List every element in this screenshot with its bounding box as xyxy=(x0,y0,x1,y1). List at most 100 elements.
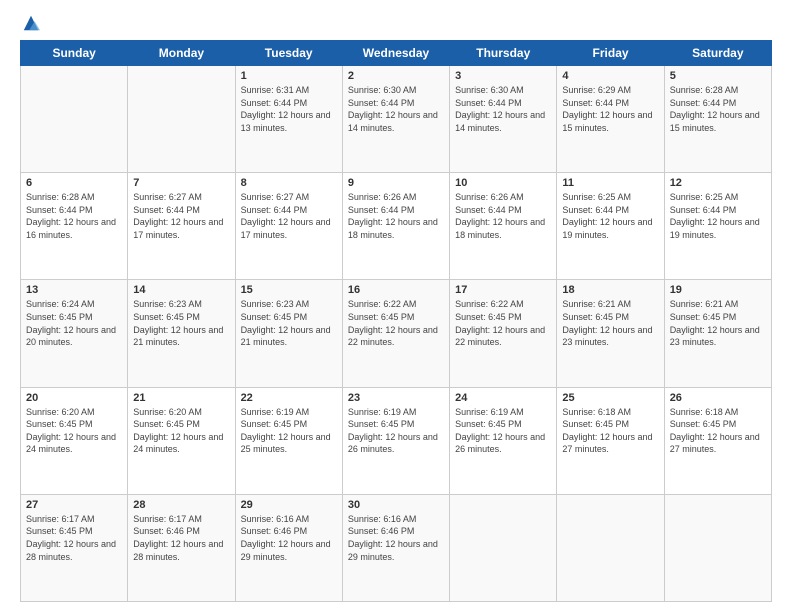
page: SundayMondayTuesdayWednesdayThursdayFrid… xyxy=(0,0,792,612)
day-info: Sunrise: 6:16 AMSunset: 6:46 PMDaylight:… xyxy=(241,513,337,563)
logo xyxy=(20,16,40,30)
calendar-cell: 20Sunrise: 6:20 AMSunset: 6:45 PMDayligh… xyxy=(21,387,128,494)
daylight-text: Daylight: 12 hours and 29 minutes. xyxy=(348,538,444,563)
sunrise-text: Sunrise: 6:21 AM xyxy=(670,298,766,311)
day-number: 5 xyxy=(670,70,766,82)
day-info: Sunrise: 6:17 AMSunset: 6:46 PMDaylight:… xyxy=(133,513,229,563)
calendar-cell: 25Sunrise: 6:18 AMSunset: 6:45 PMDayligh… xyxy=(557,387,664,494)
day-info: Sunrise: 6:19 AMSunset: 6:45 PMDaylight:… xyxy=(348,406,444,456)
sunset-text: Sunset: 6:45 PM xyxy=(562,311,658,324)
calendar-cell xyxy=(450,494,557,601)
day-info: Sunrise: 6:22 AMSunset: 6:45 PMDaylight:… xyxy=(348,298,444,348)
calendar-cell: 13 Sunrise: 6:24 AMSunset: 6:45 PMDayligh… xyxy=(21,280,128,387)
sunset-text: Sunset: 6:45 PM xyxy=(670,418,766,431)
sunrise-text: Sunrise: 6:22 AM xyxy=(455,298,551,311)
sunset-text: Sunset: 6:44 PM xyxy=(562,204,658,217)
sunrise-text: Sunrise: 6:17 AM xyxy=(26,513,122,526)
day-number: 16 xyxy=(348,284,444,296)
sunset-text: Sunset: 6:44 PM xyxy=(348,204,444,217)
day-info: Sunrise: 6:24 AMSunset: 6:45 PMDaylight:… xyxy=(26,298,122,348)
daylight-text: Daylight: 12 hours and 18 minutes. xyxy=(455,216,551,241)
sunset-text: Sunset: 6:45 PM xyxy=(26,311,122,324)
day-number: 24 xyxy=(455,392,551,404)
weekday-header-cell: Monday xyxy=(128,41,235,66)
calendar-cell: 12 Sunrise: 6:25 AMSunset: 6:44 PMDayligh… xyxy=(664,173,771,280)
sunset-text: Sunset: 6:44 PM xyxy=(241,204,337,217)
day-info: Sunrise: 6:25 AMSunset: 6:44 PMDaylight:… xyxy=(670,191,766,241)
calendar-cell: 29 Sunrise: 6:16 AMSunset: 6:46 PMDayligh… xyxy=(235,494,342,601)
day-number: 30 xyxy=(348,499,444,511)
day-number: 11 xyxy=(562,177,658,189)
day-info: Sunrise: 6:30 AMSunset: 6:44 PMDaylight:… xyxy=(348,84,444,134)
day-info: Sunrise: 6:27 AMSunset: 6:44 PMDaylight:… xyxy=(241,191,337,241)
sunrise-text: Sunrise: 6:24 AM xyxy=(26,298,122,311)
sunset-text: Sunset: 6:45 PM xyxy=(26,525,122,538)
calendar-cell: 19Sunrise: 6:21 AMSunset: 6:45 PMDayligh… xyxy=(664,280,771,387)
daylight-text: Daylight: 12 hours and 20 minutes. xyxy=(26,324,122,349)
daylight-text: Daylight: 12 hours and 14 minutes. xyxy=(455,109,551,134)
day-number: 27 xyxy=(26,499,122,511)
day-info: Sunrise: 6:28 AMSunset: 6:44 PMDaylight:… xyxy=(670,84,766,134)
sunset-text: Sunset: 6:45 PM xyxy=(455,418,551,431)
sunset-text: Sunset: 6:45 PM xyxy=(241,311,337,324)
day-number: 1 xyxy=(241,70,337,82)
day-number: 22 xyxy=(241,392,337,404)
calendar-cell: 21Sunrise: 6:20 AMSunset: 6:45 PMDayligh… xyxy=(128,387,235,494)
sunrise-text: Sunrise: 6:18 AM xyxy=(562,406,658,419)
calendar-cell: 17Sunrise: 6:22 AMSunset: 6:45 PMDayligh… xyxy=(450,280,557,387)
sunrise-text: Sunrise: 6:28 AM xyxy=(26,191,122,204)
sunrise-text: Sunrise: 6:21 AM xyxy=(562,298,658,311)
day-number: 28 xyxy=(133,499,229,511)
sunrise-text: Sunrise: 6:19 AM xyxy=(348,406,444,419)
calendar-cell: 14Sunrise: 6:23 AMSunset: 6:45 PMDayligh… xyxy=(128,280,235,387)
daylight-text: Daylight: 12 hours and 14 minutes. xyxy=(348,109,444,134)
daylight-text: Daylight: 12 hours and 27 minutes. xyxy=(670,431,766,456)
calendar-cell: 1Sunrise: 6:31 AMSunset: 6:44 PMDaylight… xyxy=(235,66,342,173)
sunset-text: Sunset: 6:45 PM xyxy=(455,311,551,324)
day-number: 29 xyxy=(241,499,337,511)
day-number: 13 xyxy=(26,284,122,296)
sunrise-text: Sunrise: 6:22 AM xyxy=(348,298,444,311)
calendar-cell: 4Sunrise: 6:29 AMSunset: 6:44 PMDaylight… xyxy=(557,66,664,173)
day-number: 15 xyxy=(241,284,337,296)
day-info: Sunrise: 6:30 AMSunset: 6:44 PMDaylight:… xyxy=(455,84,551,134)
sunset-text: Sunset: 6:45 PM xyxy=(348,418,444,431)
daylight-text: Daylight: 12 hours and 27 minutes. xyxy=(562,431,658,456)
daylight-text: Daylight: 12 hours and 24 minutes. xyxy=(26,431,122,456)
daylight-text: Daylight: 12 hours and 21 minutes. xyxy=(133,324,229,349)
daylight-text: Daylight: 12 hours and 16 minutes. xyxy=(26,216,122,241)
sunrise-text: Sunrise: 6:25 AM xyxy=(562,191,658,204)
day-number: 2 xyxy=(348,70,444,82)
day-number: 25 xyxy=(562,392,658,404)
daylight-text: Daylight: 12 hours and 28 minutes. xyxy=(26,538,122,563)
sunrise-text: Sunrise: 6:23 AM xyxy=(241,298,337,311)
sunset-text: Sunset: 6:44 PM xyxy=(241,97,337,110)
sunrise-text: Sunrise: 6:20 AM xyxy=(26,406,122,419)
day-number: 3 xyxy=(455,70,551,82)
sunset-text: Sunset: 6:45 PM xyxy=(133,311,229,324)
sunrise-text: Sunrise: 6:30 AM xyxy=(455,84,551,97)
day-number: 6 xyxy=(26,177,122,189)
day-number: 9 xyxy=(348,177,444,189)
weekday-header-row: SundayMondayTuesdayWednesdayThursdayFrid… xyxy=(21,41,772,66)
calendar-cell xyxy=(664,494,771,601)
daylight-text: Daylight: 12 hours and 18 minutes. xyxy=(348,216,444,241)
sunrise-text: Sunrise: 6:26 AM xyxy=(348,191,444,204)
sunset-text: Sunset: 6:44 PM xyxy=(455,97,551,110)
sunrise-text: Sunrise: 6:23 AM xyxy=(133,298,229,311)
calendar-cell: 5 Sunrise: 6:28 AMSunset: 6:44 PMDaylight… xyxy=(664,66,771,173)
calendar-cell xyxy=(557,494,664,601)
sunset-text: Sunset: 6:44 PM xyxy=(133,204,229,217)
calendar-cell: 7Sunrise: 6:27 AMSunset: 6:44 PMDaylight… xyxy=(128,173,235,280)
day-number: 12 xyxy=(670,177,766,189)
calendar-cell: 27 Sunrise: 6:17 AMSunset: 6:45 PMDayligh… xyxy=(21,494,128,601)
sunrise-text: Sunrise: 6:28 AM xyxy=(670,84,766,97)
calendar-cell: 26Sunrise: 6:18 AMSunset: 6:45 PMDayligh… xyxy=(664,387,771,494)
calendar-cell xyxy=(128,66,235,173)
sunset-text: Sunset: 6:45 PM xyxy=(670,311,766,324)
calendar-cell xyxy=(21,66,128,173)
sunset-text: Sunset: 6:46 PM xyxy=(348,525,444,538)
calendar-week-row: 1Sunrise: 6:31 AMSunset: 6:44 PMDaylight… xyxy=(21,66,772,173)
day-info: Sunrise: 6:23 AMSunset: 6:45 PMDaylight:… xyxy=(133,298,229,348)
sunset-text: Sunset: 6:44 PM xyxy=(26,204,122,217)
